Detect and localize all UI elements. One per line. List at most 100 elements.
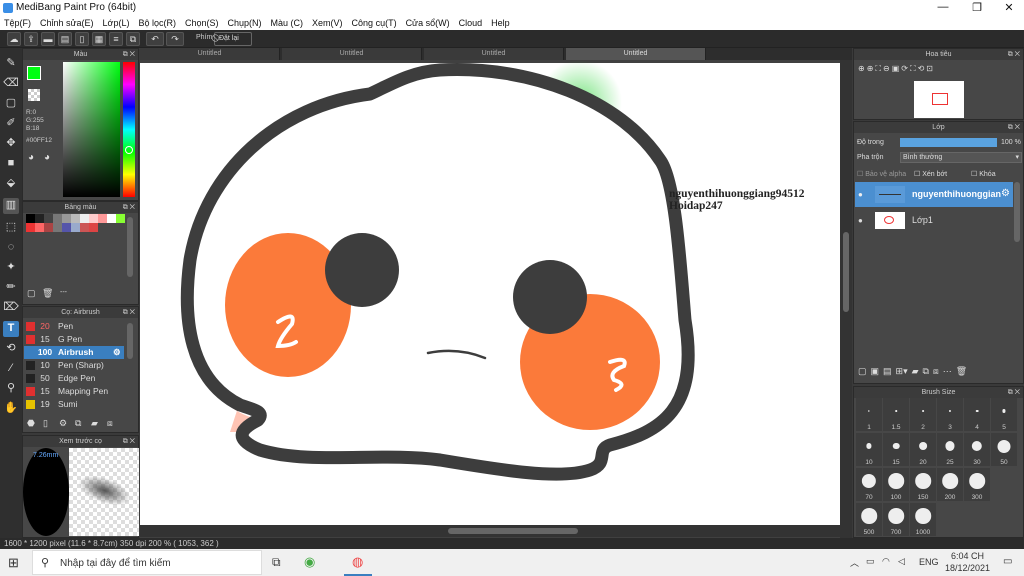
eyedropper-icon[interactable]: ⚲ <box>3 381 19 397</box>
brush-item-pen-sharp[interactable]: 10 Pen (Sharp) <box>24 359 124 372</box>
fill-rect-tool-icon[interactable]: ■ <box>3 156 19 172</box>
rotate-left-icon[interactable]: ⟲ <box>918 64 925 78</box>
transparent-swatch[interactable] <box>28 89 40 101</box>
new-8bit-icon[interactable]: ▤ <box>883 366 892 380</box>
horizontal-scroll-thumb[interactable] <box>448 528 578 534</box>
brush-size-3[interactable]: 3 <box>937 398 963 431</box>
tab-untitled-2[interactable]: Untitled <box>282 48 422 60</box>
upload-icon[interactable]: ⇪ <box>24 32 38 46</box>
brush-size-25[interactable]: 25 <box>937 433 963 466</box>
select-rect-icon[interactable]: ⬚ <box>3 220 19 236</box>
tab-untitled-4[interactable]: Untitled <box>566 48 706 60</box>
horizontal-scrollbar[interactable] <box>140 525 840 537</box>
close-icon[interactable]: ✕ <box>998 1 1020 14</box>
move-tool-icon[interactable]: ✥ <box>3 136 19 152</box>
magic-wand-icon[interactable]: ✦ <box>3 260 19 276</box>
brush-size-1000[interactable]: 1000 <box>910 503 936 536</box>
language-indicator[interactable]: ENG <box>919 557 939 567</box>
menu-select[interactable]: Chọn(S) <box>185 18 219 28</box>
navigator-thumbnail[interactable] <box>914 81 964 118</box>
brush-new-icon[interactable]: ▯ <box>43 418 48 429</box>
blend-mode-select[interactable]: Bình thường ▾ <box>900 152 1022 163</box>
merge-layer-icon[interactable]: ⧈ <box>933 366 939 380</box>
menu-help[interactable]: Help <box>491 18 510 28</box>
battery-icon[interactable]: ▭ <box>866 556 875 567</box>
palette-scrollbar[interactable] <box>127 217 133 277</box>
text-tool-icon[interactable]: T <box>3 321 19 337</box>
brush-size-15[interactable]: 15 <box>883 433 909 466</box>
hand-tool-icon[interactable]: ✋ <box>3 401 19 417</box>
add-layer-menu-icon[interactable]: ⊞▾ <box>896 366 908 380</box>
eye-icon[interactable]: ● <box>858 190 863 199</box>
undo-icon[interactable]: ↶ <box>146 32 164 46</box>
bucket-tool-icon[interactable]: ⬙ <box>3 176 19 192</box>
layer-row-selected[interactable]: ● nguyenthihuonggian ⚙ <box>855 182 1013 207</box>
task-view-icon[interactable]: ⧉ <box>272 555 281 570</box>
vertical-scrollbar[interactable] <box>840 60 852 538</box>
fit-icon[interactable]: ⛶ <box>875 64 881 78</box>
hue-slider[interactable] <box>123 62 135 197</box>
palette-add-icon[interactable]: ◕ <box>28 152 34 163</box>
menu-layer[interactable]: Lớp(L) <box>103 18 130 28</box>
clock-time[interactable]: 6:04 CH <box>951 551 984 561</box>
brush-delete-icon[interactable]: ⧈ <box>107 418 113 429</box>
new-palette-icon[interactable]: ▢ <box>27 288 36 299</box>
zoom-in-2-icon[interactable]: ⊕ <box>867 64 874 78</box>
brush-size-50[interactable]: 50 <box>991 433 1017 466</box>
protect-alpha-checkbox[interactable]: ☐ Bảo vệ alpha <box>857 170 906 178</box>
brush-copy-icon[interactable]: ⧉ <box>75 418 81 429</box>
brush-item-pen[interactable]: 20 Pen <box>24 320 124 333</box>
divide-tool-icon[interactable]: ⁄ <box>3 361 19 377</box>
palette-edit-icon[interactable]: ◕ <box>44 152 50 163</box>
eraser-tool-icon[interactable]: ⌫ <box>3 76 19 92</box>
brush-size-1.5[interactable]: 1.5 <box>883 398 909 431</box>
app-icon-1[interactable]: ◉ <box>304 554 315 570</box>
layer-list-scrollbar[interactable] <box>1014 182 1020 242</box>
fullscreen-icon[interactable]: ⛶ <box>910 64 916 78</box>
lock-checkbox[interactable]: ☐ Khóa <box>971 170 996 178</box>
brush-size-200[interactable]: 200 <box>937 468 963 501</box>
brush-size-10[interactable]: 10 <box>856 433 882 466</box>
brush-size-500[interactable]: 500 <box>856 503 882 536</box>
taskbar-search[interactable]: ⚲ Nhập tại đây để tìm kiếm <box>32 550 262 575</box>
list-icon[interactable]: ≡ <box>109 32 123 46</box>
menu-window[interactable]: Cửa sổ(W) <box>406 18 450 28</box>
brush-item-mapping-pen[interactable]: 15 Mapping Pen <box>24 385 124 398</box>
brush-size-1[interactable]: 1 <box>856 398 882 431</box>
clipping-checkbox[interactable]: ☐ Xén bớt <box>914 170 947 178</box>
hue-handle[interactable] <box>125 146 133 154</box>
zoom-in-icon[interactable]: ⊕ <box>858 64 865 78</box>
layer-gear-icon[interactable]: ⚙ <box>1001 188 1010 199</box>
pen-tool-icon[interactable]: ✐ <box>3 116 19 132</box>
brush-size-5[interactable]: 5 <box>991 398 1017 431</box>
zoom-out-icon[interactable]: ⊖ <box>883 64 890 78</box>
select-eraser-icon[interactable]: ⌦ <box>3 300 19 316</box>
brush-size-300[interactable]: 300 <box>964 468 990 501</box>
brush-item-airbrush[interactable]: 100 Airbrush ⚙ <box>24 346 124 359</box>
minimize-icon[interactable]: — <box>932 1 954 13</box>
lock-icon[interactable]: ⊡ <box>926 64 933 78</box>
brush-size-150[interactable]: 150 <box>910 468 936 501</box>
chrome-icon[interactable]: ◍ <box>352 554 363 570</box>
menu-filter[interactable]: Bộ lọc(R) <box>138 18 176 28</box>
tab-untitled-1[interactable]: Untitled <box>140 48 280 60</box>
grid-icon[interactable]: ▦ <box>92 32 106 46</box>
tab-untitled-3[interactable]: Untitled <box>424 48 564 60</box>
brush-list-scrollbar[interactable] <box>127 323 133 359</box>
layer-more-icon[interactable]: ⋯ <box>943 366 952 380</box>
eye-icon[interactable]: ● <box>858 216 863 225</box>
redo-icon[interactable]: ↷ <box>166 32 184 46</box>
menu-cloud[interactable]: Cloud <box>459 18 483 28</box>
operation-tool-icon[interactable]: ⟲ <box>3 341 19 357</box>
tray-chevron-icon[interactable]: ︿ <box>850 556 859 569</box>
actual-size-icon[interactable]: ▣ <box>892 64 900 78</box>
lasso-icon[interactable]: ◌ <box>3 240 19 256</box>
brush-size-30[interactable]: 30 <box>964 433 990 466</box>
file-icon[interactable]: ▤ <box>58 32 72 46</box>
rotate-icon[interactable]: ⟳ <box>901 64 908 78</box>
duplicate-layer-icon[interactable]: ⧉ <box>923 366 929 380</box>
rect-tool-icon[interactable]: ▢ <box>3 96 19 112</box>
brush-size-70[interactable]: 70 <box>856 468 882 501</box>
cloud-icon[interactable]: ☁ <box>7 32 21 46</box>
gear-icon[interactable]: ⚙ <box>113 346 121 359</box>
